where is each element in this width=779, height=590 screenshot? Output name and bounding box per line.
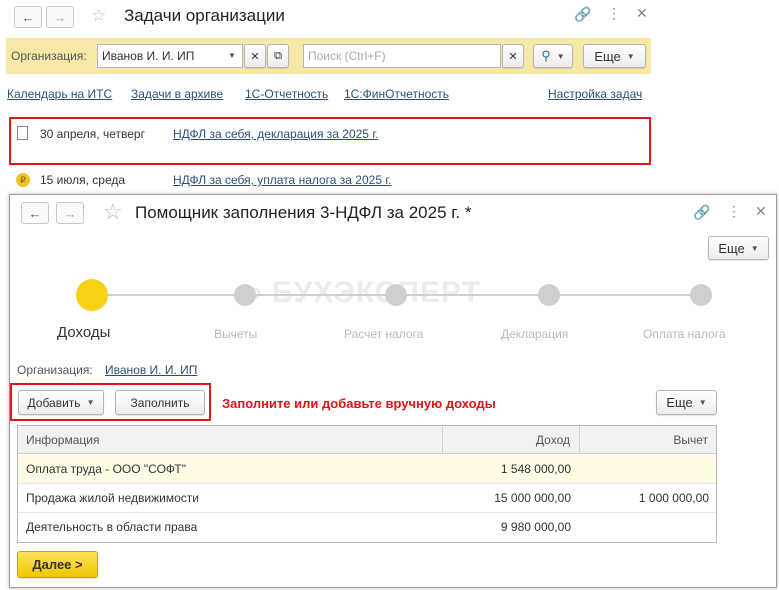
step-label-payment[interactable]: Оплата налога (643, 327, 726, 341)
watermark-logo: ∞ БУХЭКСПЕРТ (240, 276, 481, 309)
step-label-deductions[interactable]: Вычеты (214, 327, 257, 341)
org-filter-field[interactable]: Иванов И. И. ИП ▼ (97, 44, 243, 68)
inner-forward-button[interactable]: → (56, 202, 84, 224)
outer-menu-icon[interactable]: ⋮ (607, 5, 621, 22)
org-label: Организация: (17, 363, 93, 377)
inner-back-button[interactable]: ← (21, 202, 49, 224)
task-highlight-box (9, 117, 651, 165)
search-placeholder: Поиск (Ctrl+F) (308, 49, 386, 63)
column-header-info[interactable]: Информация (26, 426, 99, 454)
table-row[interactable]: Продажа жилой недвижимости 15 000 000,00… (18, 484, 716, 513)
step-dot-deductions[interactable] (234, 284, 256, 306)
column-header-deduction[interactable]: Вычет (580, 426, 708, 454)
cell-income: 9 980 000,00 (500, 520, 571, 534)
fill-button[interactable]: Заполнить (115, 390, 205, 415)
next-button[interactable]: Далее > (17, 551, 98, 578)
outer-favorite-star-icon[interactable]: ☆ (91, 6, 106, 26)
add-button[interactable]: Добавить ▼ (18, 390, 104, 415)
org-link[interactable]: Иванов И. И. ИП (105, 363, 197, 377)
cell-info: Оплата труда - ООО "СОФТ" (26, 462, 186, 476)
cell-info: Продажа жилой недвижимости (26, 491, 199, 505)
document-icon (17, 126, 28, 140)
cell-info: Деятельность в области права (26, 520, 198, 534)
outer-link-icon[interactable]: 🔗 (574, 6, 591, 23)
outer-close-icon[interactable]: ✕ (636, 5, 648, 22)
table-row[interactable]: Оплата труда - ООО "СОФТ" 1 548 000,00 (18, 455, 716, 484)
inner-menu-icon[interactable]: ⋮ (727, 203, 741, 220)
cell-income: 1 548 000,00 (500, 462, 571, 476)
column-header-income[interactable]: Доход (443, 426, 570, 454)
ruble-coin-icon: ₽ (16, 173, 30, 187)
link-its-calendar[interactable]: Календарь на ИТС (7, 87, 112, 101)
step-label-declaration[interactable]: Декларация (501, 327, 568, 341)
link-1c-fin-reporting[interactable]: 1С:ФинОтчетность (344, 87, 449, 101)
inner-close-icon[interactable]: ✕ (755, 203, 767, 220)
org-filter-dropdown-icon[interactable]: ▼ (228, 51, 236, 60)
assistant-title: Помощник заполнения 3-НДФЛ за 2025 г. * (135, 203, 472, 222)
org-filter-open-button[interactable]: ⧉ (267, 44, 289, 68)
task-link[interactable]: НДФЛ за себя, уплата налога за 2025 г. (173, 173, 392, 187)
table-row[interactable]: Деятельность в области права 9 980 000,0… (18, 513, 716, 542)
cell-deduction: 1 000 000,00 (638, 491, 709, 505)
income-table: Информация Доход Вычет Оплата труда - ОО… (17, 425, 717, 543)
task-link[interactable]: НДФЛ за себя, декларация за 2025 г. (173, 127, 379, 141)
inner-more-button[interactable]: Еще ▼ (708, 236, 769, 260)
hint-text: Заполните или добавьте вручную доходы (222, 396, 496, 411)
inner-link-icon[interactable]: 🔗 (693, 204, 710, 221)
task-date: 30 апреля, четверг (40, 127, 145, 141)
step-dot-declaration[interactable] (538, 284, 560, 306)
step-dot-payment[interactable] (690, 284, 712, 306)
search-icon: ⚲ (541, 48, 551, 63)
outer-forward-button[interactable]: → (46, 6, 74, 28)
outer-window-title: Задачи организации (124, 6, 285, 25)
org-filter-label: Организация: (11, 49, 87, 63)
step-dot-tax-calc[interactable] (385, 284, 407, 306)
step-label-income[interactable]: Доходы (57, 324, 110, 341)
outer-back-button[interactable]: ← (14, 6, 42, 28)
cell-income: 15 000 000,00 (494, 491, 571, 505)
search-clear-button[interactable]: ✕ (502, 44, 524, 68)
step-dot-income[interactable] (76, 279, 108, 311)
step-label-tax-calc[interactable]: Расчет налога (344, 327, 423, 341)
inner-favorite-star-icon[interactable]: ☆ (103, 199, 123, 225)
table-header: Информация Доход Вычет (18, 426, 716, 454)
link-archive-tasks[interactable]: Задачи в архиве (131, 87, 223, 101)
org-filter-clear-button[interactable]: ✕ (244, 44, 266, 68)
task-date: 15 июля, среда (40, 173, 126, 187)
search-button[interactable]: ⚲ ▼ (533, 44, 573, 68)
org-filter-value: Иванов И. И. ИП (102, 49, 195, 63)
search-input[interactable]: Поиск (Ctrl+F) (303, 44, 501, 68)
outer-more-button[interactable]: Еще ▼ (583, 44, 646, 68)
table-more-button[interactable]: Еще ▼ (656, 390, 717, 415)
link-1c-reporting[interactable]: 1С-Отчетность (245, 87, 328, 101)
link-task-settings[interactable]: Настройка задач (548, 87, 642, 101)
cell-deduction (580, 455, 709, 484)
cell-deduction (580, 513, 709, 542)
